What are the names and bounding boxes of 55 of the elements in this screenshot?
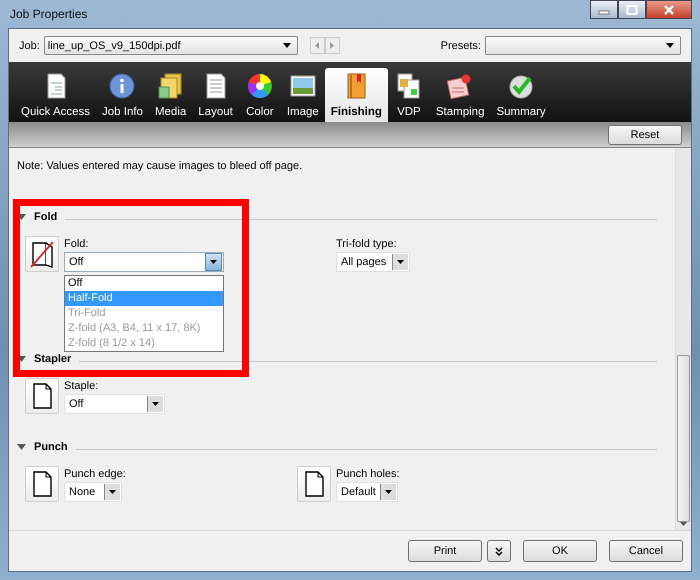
page-icon: [297, 466, 331, 502]
field-label: Fold:: [64, 238, 90, 250]
fold-off-icon: [25, 236, 59, 272]
ok-button[interactable]: OK: [523, 540, 597, 562]
tab[interactable]: Finishing: [324, 68, 388, 122]
tab[interactable]: Stamping: [430, 68, 490, 122]
field-label: Tri-fold type:: [336, 238, 398, 250]
dropdown-arrow-icon: [282, 43, 291, 48]
dropdown[interactable]: Off: [64, 394, 165, 414]
field-label: Punch holes:: [336, 468, 400, 480]
page-icon: [25, 466, 59, 502]
close-icon: [663, 4, 675, 14]
collapse-triangle-icon[interactable]: [17, 444, 26, 450]
window-title: Job Properties: [10, 7, 88, 21]
tab[interactable]: VDP: [388, 68, 430, 122]
tab[interactable]: Media: [148, 68, 192, 122]
dropdown-option[interactable]: Off: [65, 276, 223, 291]
left-arrow-icon: [315, 42, 320, 49]
presets-dropdown[interactable]: [485, 36, 681, 55]
job-dropdown[interactable]: line_up_OS_v9_150dpi.pdf: [44, 36, 298, 55]
dropdown-arrow-icon: [666, 43, 674, 48]
tab[interactable]: Summary: [490, 68, 552, 122]
presets-label: Presets:: [440, 40, 481, 52]
dropdown[interactable]: Off: [64, 252, 224, 272]
minimize-button[interactable]: [590, 0, 618, 19]
field-label: Punch edge:: [64, 468, 126, 480]
section-title: Punch: [34, 441, 68, 453]
section-title: Stapler: [34, 353, 72, 365]
reset-button[interactable]: Reset: [608, 125, 682, 145]
info-icon: [107, 71, 138, 101]
dropdown[interactable]: Default: [336, 482, 398, 502]
dropdown[interactable]: None: [64, 482, 122, 502]
maximize-icon: [626, 4, 638, 14]
dropdown[interactable]: All pages: [336, 252, 410, 272]
section-title: Fold: [34, 211, 58, 223]
cancel-button[interactable]: Cancel: [609, 540, 683, 562]
more-options-button[interactable]: [487, 540, 511, 562]
note-text: Note: Values entered may cause images to bleed off page.: [17, 160, 304, 172]
close-button[interactable]: [646, 0, 692, 19]
double-chevron-icon: [495, 546, 503, 556]
page-icon: [25, 378, 59, 414]
job-label: Job:: [19, 40, 40, 52]
tab[interactable]: Color: [238, 68, 281, 122]
tab[interactable]: Quick Access: [15, 68, 96, 122]
right-arrow-icon: [330, 42, 334, 49]
field-label: Staple:: [64, 380, 100, 392]
maximize-button[interactable]: [618, 0, 646, 19]
scrollbar[interactable]: [675, 148, 691, 530]
collapse-triangle-icon[interactable]: [17, 214, 26, 220]
print-button[interactable]: Print: [408, 540, 482, 562]
collapse-triangle-icon[interactable]: [17, 356, 26, 362]
tab[interactable]: Image: [280, 68, 325, 122]
tab[interactable]: Job Info: [96, 68, 149, 122]
scrollbar-thumb[interactable]: [677, 355, 690, 522]
tab[interactable]: Layout: [192, 68, 239, 122]
